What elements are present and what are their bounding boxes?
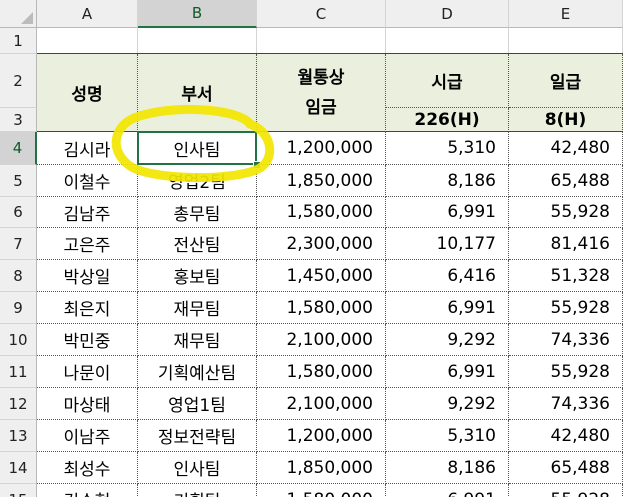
cell-name[interactable]: 김남주 — [37, 197, 138, 228]
cell-hourly[interactable]: 5,310 — [386, 420, 509, 452]
cell-name[interactable]: 김수현 — [37, 484, 138, 497]
cell-daily[interactable]: 55,928 — [509, 356, 623, 388]
spreadsheet: ABCDE123456789101112131415성명부서월통상임금시급일급2… — [0, 0, 623, 497]
column-header-e[interactable]: E — [509, 0, 623, 28]
cell-daily[interactable]: 65,488 — [509, 452, 623, 484]
cell-daily[interactable]: 51,328 — [509, 260, 623, 292]
row-header-3[interactable]: 3 — [0, 108, 37, 132]
row-header-8[interactable]: 8 — [0, 260, 37, 292]
row-header-1[interactable]: 1 — [0, 28, 37, 54]
cell-name[interactable]: 박상일 — [37, 260, 138, 292]
column-header-c[interactable]: C — [257, 0, 386, 28]
cell-hourly[interactable]: 5,310 — [386, 132, 509, 165]
cell-salary[interactable]: 1,200,000 — [257, 132, 386, 165]
header-dept[interactable]: 부서 — [138, 54, 257, 132]
select-all-corner[interactable] — [0, 0, 37, 28]
cell-name[interactable]: 마상태 — [37, 388, 138, 420]
row-header-2[interactable]: 2 — [0, 54, 37, 108]
row-header-11[interactable]: 11 — [0, 356, 37, 388]
row-header-6[interactable]: 6 — [0, 197, 37, 228]
cell-dept[interactable]: 총무팀 — [138, 197, 257, 228]
cell-hourly[interactable]: 6,991 — [386, 292, 509, 324]
cell-name[interactable]: 최성수 — [37, 452, 138, 484]
header-salary[interactable]: 월통상임금 — [257, 54, 386, 132]
cell-salary[interactable]: 1,200,000 — [257, 420, 386, 452]
cell-daily[interactable]: 74,336 — [509, 324, 623, 356]
cell-daily[interactable]: 42,480 — [509, 132, 623, 165]
column-header-d[interactable]: D — [386, 0, 509, 28]
row-header-15[interactable]: 15 — [0, 484, 37, 497]
cell-salary[interactable]: 2,100,000 — [257, 324, 386, 356]
cell-name[interactable]: 나문이 — [37, 356, 138, 388]
cell-daily[interactable]: 81,416 — [509, 228, 623, 260]
cell-name[interactable]: 고은주 — [37, 228, 138, 260]
select-all-triangle-icon — [21, 12, 33, 24]
header-top-border — [37, 53, 623, 54]
cell-daily[interactable]: 74,336 — [509, 388, 623, 420]
cell-empty[interactable] — [37, 28, 138, 54]
cell-daily[interactable]: 55,928 — [509, 484, 623, 497]
cell-hourly[interactable]: 6,416 — [386, 260, 509, 292]
cell-name[interactable]: 최은지 — [37, 292, 138, 324]
header-name[interactable]: 성명 — [37, 54, 138, 132]
row-header-5[interactable]: 5 — [0, 165, 37, 197]
cell-salary[interactable]: 2,100,000 — [257, 388, 386, 420]
cell-salary[interactable]: 1,850,000 — [257, 452, 386, 484]
cell-hourly[interactable]: 6,991 — [386, 356, 509, 388]
row-header-10[interactable]: 10 — [0, 324, 37, 356]
header-daily[interactable]: 일급 — [509, 54, 623, 108]
column-header-b[interactable]: B — [138, 0, 257, 28]
cell-name[interactable]: 이철수 — [37, 165, 138, 197]
row-header-9[interactable]: 9 — [0, 292, 37, 324]
cell-dept[interactable]: 인사팀 — [138, 132, 257, 165]
header-daily-basis[interactable]: 8(H) — [509, 108, 623, 132]
cell-salary[interactable]: 2,300,000 — [257, 228, 386, 260]
cell-daily[interactable]: 55,928 — [509, 292, 623, 324]
column-header-a[interactable]: A — [37, 0, 138, 28]
cell-empty[interactable] — [386, 28, 509, 54]
cell-dept[interactable]: 인사팀 — [138, 452, 257, 484]
cell-hourly[interactable]: 10,177 — [386, 228, 509, 260]
fill-handle[interactable] — [253, 161, 261, 169]
header-salary-line1: 월통상 — [297, 67, 345, 88]
cell-hourly[interactable]: 8,186 — [386, 165, 509, 197]
cell-dept[interactable]: 기획팀 — [138, 484, 257, 497]
row-header-12[interactable]: 12 — [0, 388, 37, 420]
cell-dept[interactable]: 영업2팀 — [138, 165, 257, 197]
cell-name[interactable]: 김시라 — [37, 132, 138, 165]
cell-dept[interactable]: 영업1팀 — [138, 388, 257, 420]
cell-dept[interactable]: 재무팀 — [138, 324, 257, 356]
cell-dept[interactable]: 전산팀 — [138, 228, 257, 260]
cell-salary[interactable]: 1,580,000 — [257, 356, 386, 388]
cell-empty[interactable] — [138, 28, 257, 54]
row-header-7[interactable]: 7 — [0, 228, 37, 260]
row-header-4[interactable]: 4 — [0, 132, 37, 165]
cell-salary[interactable]: 1,850,000 — [257, 165, 386, 197]
cell-salary[interactable]: 1,580,000 — [257, 292, 386, 324]
cell-name[interactable]: 이남주 — [37, 420, 138, 452]
header-hourly-basis[interactable]: 226(H) — [386, 108, 509, 132]
row-header-13[interactable]: 13 — [0, 420, 37, 452]
cell-hourly[interactable]: 6,991 — [386, 197, 509, 228]
cell-daily[interactable]: 65,488 — [509, 165, 623, 197]
cell-daily[interactable]: 55,928 — [509, 197, 623, 228]
row-header-14[interactable]: 14 — [0, 452, 37, 484]
cell-hourly[interactable]: 8,186 — [386, 452, 509, 484]
cell-hourly[interactable]: 9,292 — [386, 388, 509, 420]
cell-dept[interactable]: 홍보팀 — [138, 260, 257, 292]
cell-salary[interactable]: 1,450,000 — [257, 260, 386, 292]
cell-salary[interactable]: 1,580,000 — [257, 197, 386, 228]
cell-dept[interactable]: 재무팀 — [138, 292, 257, 324]
cell-empty[interactable] — [257, 28, 386, 54]
cell-empty[interactable] — [509, 28, 623, 54]
cell-salary[interactable]: 1,580,000 — [257, 484, 386, 497]
cell-hourly[interactable]: 6,991 — [386, 484, 509, 497]
cell-name[interactable]: 박민중 — [37, 324, 138, 356]
cell-dept[interactable]: 기획예산팀 — [138, 356, 257, 388]
cell-dept[interactable]: 정보전략팀 — [138, 420, 257, 452]
cell-hourly[interactable]: 9,292 — [386, 324, 509, 356]
cell-daily[interactable]: 42,480 — [509, 420, 623, 452]
header-hourly[interactable]: 시급 — [386, 54, 509, 108]
header-salary-line2: 임금 — [305, 97, 337, 118]
